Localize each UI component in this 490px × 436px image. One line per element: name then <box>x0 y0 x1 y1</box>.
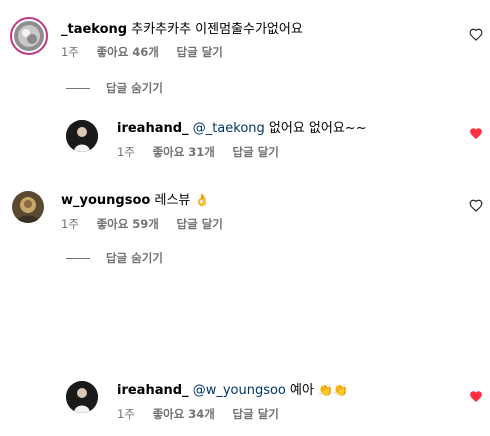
avatar[interactable] <box>12 191 44 223</box>
likes-count[interactable]: 좋아요 31개 <box>153 145 215 159</box>
likes-count[interactable]: 좋아요 34개 <box>153 407 215 421</box>
mention-link[interactable]: @_taekong <box>193 121 265 136</box>
comment-line: ireahand_ @w_youngsoo 예아 👏👏 <box>117 382 348 399</box>
comment-meta: 1주 좋아요 34개 답글 달기 <box>117 407 293 421</box>
timestamp[interactable]: 1주 <box>61 217 79 231</box>
reply-button[interactable]: 답글 달기 <box>233 407 279 421</box>
username-link[interactable]: _taekong <box>61 22 127 37</box>
emoji: 👌 <box>194 193 210 207</box>
heart-outline-icon[interactable] <box>469 199 483 212</box>
heart-filled-icon[interactable] <box>469 390 483 403</box>
comment-text: 예아 <box>290 383 314 398</box>
reply-button[interactable]: 답글 달기 <box>177 217 223 231</box>
username-link[interactable]: ireahand_ <box>117 383 189 398</box>
comment-text: 없어요 없어요~~ <box>268 121 367 136</box>
comment-youngsoo: w_youngsoo 레스뷰 👌 1주 좋아요 59개 답글 달기 <box>0 180 490 240</box>
username-link[interactable]: ireahand_ <box>117 121 189 136</box>
likes-count[interactable]: 좋아요 46개 <box>97 45 159 59</box>
hide-replies-label: 답글 숨기기 <box>106 251 163 265</box>
comment-text: 레스뷰 <box>154 193 191 208</box>
emoji: 👏👏 <box>318 383 348 397</box>
divider-dash <box>66 258 90 259</box>
avatar[interactable] <box>10 17 48 55</box>
timestamp[interactable]: 1주 <box>117 407 135 421</box>
heart-filled-icon[interactable] <box>469 127 483 140</box>
timestamp[interactable]: 1주 <box>61 45 79 59</box>
likes-count[interactable]: 좋아요 59개 <box>97 217 159 231</box>
reply-button[interactable]: 답글 달기 <box>177 45 223 59</box>
globe-avatar-icon <box>14 21 44 51</box>
hide-replies-label: 답글 숨기기 <box>106 81 163 95</box>
comment-meta: 1주 좋아요 59개 답글 달기 <box>61 217 237 231</box>
reply-button[interactable]: 답글 달기 <box>233 145 279 159</box>
hide-replies-toggle[interactable]: 답글 숨기기 <box>66 251 163 265</box>
comment-meta: 1주 좋아요 31개 답글 달기 <box>117 145 293 159</box>
comment-line: ireahand_ @_taekong 없어요 없어요~~ <box>117 120 367 137</box>
portrait-avatar-icon <box>66 120 98 152</box>
avatar[interactable] <box>66 120 98 152</box>
portrait-avatar-icon <box>66 381 98 413</box>
divider-dash <box>66 88 90 89</box>
comment-line: w_youngsoo 레스뷰 👌 <box>61 192 209 209</box>
comment-meta: 1주 좋아요 46개 답글 달기 <box>61 45 237 59</box>
comment-taekong: _taekong 추카추카추 이젠멈출수가없어요 1주 좋아요 46개 답글 달… <box>0 0 490 70</box>
heart-outline-icon[interactable] <box>469 28 483 41</box>
username-link[interactable]: w_youngsoo <box>61 193 150 208</box>
comment-text: 추카추카추 이젠멈출수가없어요 <box>131 22 303 37</box>
avatar[interactable] <box>66 381 98 413</box>
hide-replies-toggle[interactable]: 답글 숨기기 <box>66 81 163 95</box>
person-avatar-icon <box>12 191 44 223</box>
timestamp[interactable]: 1주 <box>117 145 135 159</box>
reply-ireahand-1: ireahand_ @_taekong 없어요 없어요~~ 1주 좋아요 31개… <box>0 110 490 170</box>
mention-link[interactable]: @w_youngsoo <box>193 383 286 398</box>
reply-ireahand-2: ireahand_ @w_youngsoo 예아 👏👏 1주 좋아요 34개 답… <box>0 370 490 430</box>
comment-line: _taekong 추카추카추 이젠멈출수가없어요 <box>61 21 303 38</box>
